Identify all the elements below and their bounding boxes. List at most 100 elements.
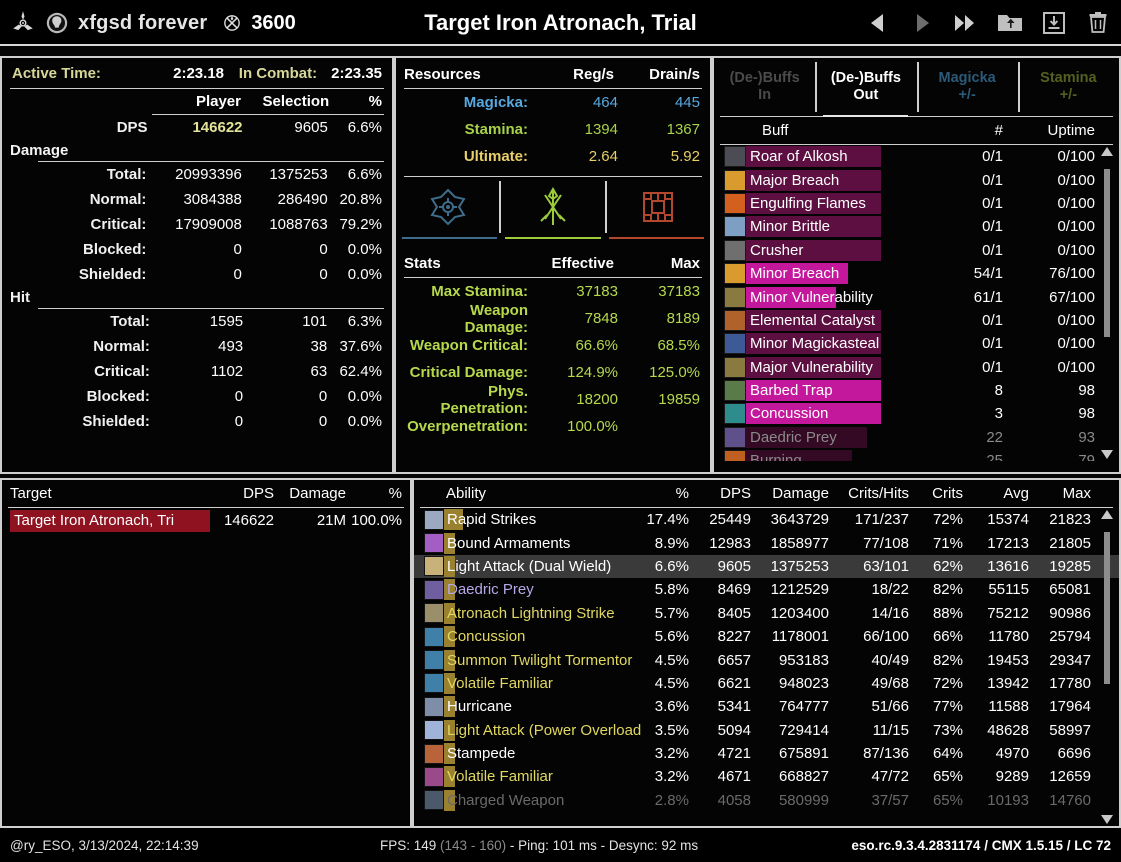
skill-icon-daedric-summoning[interactable]: [396, 179, 499, 235]
resource-row[interactable]: Stamina: 1394 1367: [396, 116, 710, 143]
tab-stamina-[interactable]: Stamina +/-: [1017, 58, 1119, 116]
ping-desync: - Ping: 101 ms - Desync: 92 ms: [509, 837, 699, 853]
table-row[interactable]: Charged Weapon 2.8% 4058 580999 37/57 65% 1019…: [414, 789, 1119, 812]
table-row[interactable]: Atronach Lightning Strike 5.7% 8405 1203400…: [414, 602, 1119, 625]
ability-pct: 3.5%: [654, 721, 689, 739]
ability-crits-hits: 18/22: [871, 581, 909, 599]
row-label: Normal:: [93, 338, 150, 355]
target-dps: 146622: [223, 512, 274, 529]
resource-row[interactable]: Magicka: 464 445: [396, 89, 710, 116]
buff-count: 22: [986, 428, 1003, 446]
buff-row[interactable]: Burning 25 79: [714, 449, 1119, 461]
previous-fight-button[interactable]: [863, 8, 893, 38]
table-row[interactable]: DPS 146622 9605 6.6%: [2, 115, 392, 140]
buff-row[interactable]: Major Vulnerability 0/1 0/100: [714, 356, 1119, 379]
col-blank: [2, 89, 158, 114]
status-performance: FPS: 149 (143 - 160) - Ping: 101 ms - De…: [380, 838, 698, 853]
table-row[interactable]: Rapid Strikes 17.4% 25449 3643729 171/237 72%…: [414, 508, 1119, 531]
buff-list[interactable]: Roar of Alkosh 0/1 0/100 Major Breach 0/1 0/1…: [714, 145, 1119, 461]
stat-max: 125.0%: [649, 364, 700, 381]
play-button[interactable]: [907, 8, 937, 38]
ability-name: Concussion: [447, 628, 526, 646]
table-row[interactable]: Shielded: 0 0 0.0%: [2, 262, 392, 287]
table-row[interactable]: Normal: 3084388 286490 20.8%: [2, 187, 392, 212]
ability-name: Summon Twilight Tormentor: [447, 651, 633, 669]
table-row[interactable]: Volatile Familiar 3.2% 4671 668827 47/72 65% 9…: [414, 765, 1119, 788]
table-row[interactable]: Daedric Prey 5.8% 8469 1212529 18/22 82% 55115…: [414, 578, 1119, 601]
ability-name-cell: Charged Weapon: [444, 789, 633, 811]
ability-icon: [424, 626, 444, 647]
buff-row[interactable]: Minor Brittle 0/1 0/100: [714, 215, 1119, 238]
buff-name: Minor Brittle: [750, 218, 831, 236]
table-row[interactable]: Hurricane 3.6% 5341 764777 51/66 77% 11588 1796…: [414, 695, 1119, 718]
ability-damage: 580999: [778, 791, 829, 809]
stat-row[interactable]: Weapon Critical: 66.6% 68.5%: [396, 332, 710, 359]
ability-avg-header: Avg: [1003, 485, 1029, 502]
buff-icon: [724, 356, 746, 378]
tab-line1: Magicka: [938, 70, 996, 86]
table-row[interactable]: Total: 1595 101 6.3%: [2, 309, 392, 334]
table-row[interactable]: Shielded: 0 0 0.0%: [2, 409, 392, 434]
row-player: 493: [218, 338, 244, 355]
table-row[interactable]: Total: 20993396 1375253 6.6%: [2, 162, 392, 187]
ability-list[interactable]: Rapid Strikes 17.4% 25449 3643729 171/237 72%…: [414, 508, 1119, 826]
eso-logo-icon: [13, 11, 33, 31]
stat-max: 19859: [658, 391, 700, 408]
buff-row[interactable]: Concussion 3 98: [714, 402, 1119, 425]
skill-icon-trap[interactable]: [607, 179, 710, 235]
delete-button[interactable]: [1083, 8, 1113, 38]
buff-name-header: Buff: [762, 122, 789, 139]
tab-line2: +/-: [1059, 87, 1078, 103]
buff-row[interactable]: Engulfing Flames 0/1 0/100: [714, 192, 1119, 215]
table-row[interactable]: Blocked: 0 0 0.0%: [2, 384, 392, 409]
table-row[interactable]: Normal: 493 38 37.6%: [2, 334, 392, 359]
table-row[interactable]: Critical: 17909008 1088763 79.2%: [2, 212, 392, 237]
buff-row[interactable]: Crusher 0/1 0/100: [714, 239, 1119, 262]
in-combat-label: In Combat:: [238, 64, 318, 82]
next-fight-button[interactable]: [951, 8, 981, 38]
target-list[interactable]: Target Iron Atronach, Tri 146622 21M 100.0%: [2, 508, 410, 533]
buff-row[interactable]: Major Breach 0/1 0/100: [714, 168, 1119, 191]
row-selection: 0: [318, 413, 328, 430]
table-row[interactable]: Stampede 3.2% 4721 675891 87/136 64% 4970 6696: [414, 742, 1119, 765]
table-row[interactable]: Critical: 1102 63 62.4%: [2, 359, 392, 384]
buff-row[interactable]: Minor Breach 54/1 76/100: [714, 262, 1119, 285]
buff-row[interactable]: Daedric Prey 22 93: [714, 426, 1119, 449]
buff-name: Minor Magickasteal: [750, 335, 880, 353]
buff-row[interactable]: Minor Magickasteal 0/1 0/100: [714, 332, 1119, 355]
buff-count: 8: [994, 382, 1003, 400]
table-row[interactable]: Light Attack (Dual Wield) 6.6% 9605 1375253…: [414, 554, 1119, 579]
buff-row[interactable]: Elemental Catalyst 0/1 0/100: [714, 309, 1119, 332]
resource-row[interactable]: Ultimate: 2.64 5.92: [396, 143, 710, 170]
time-row: Active Time: 2:23.18 In Combat: 2:23.35: [2, 58, 392, 88]
table-row[interactable]: Target Iron Atronach, Tri 146622 21M 100.0%: [2, 508, 410, 533]
row-label: Total:: [110, 313, 150, 330]
scroll-up-arrow[interactable]: [1101, 510, 1113, 519]
table-row[interactable]: Volatile Familiar 4.5% 6621 948023 49/68 72% 1…: [414, 672, 1119, 695]
buff-count: 0/1: [982, 194, 1003, 212]
tab-magicka-[interactable]: Magicka +/-: [916, 58, 1018, 116]
damage-section-title: Damage: [10, 142, 69, 159]
stat-row[interactable]: Phys. Penetration: 18200 19859: [396, 383, 710, 417]
stat-row[interactable]: Overpenetration: 100.0%: [396, 413, 710, 440]
table-row[interactable]: Blocked: 0 0 0.0%: [2, 237, 392, 262]
table-row[interactable]: Concussion 5.6% 8227 1178001 66/100 66% 11780 2…: [414, 625, 1119, 648]
stat-row[interactable]: Weapon Damage: 7848 8189: [396, 302, 710, 336]
ability-name-cell: Rapid Strikes: [444, 509, 633, 531]
buff-row[interactable]: Minor Vulnerability 61/1 67/100: [714, 285, 1119, 308]
table-row[interactable]: Light Attack (Power Overload 3.5% 5094 7294…: [414, 719, 1119, 742]
skill-icon-dual-wield[interactable]: [501, 179, 604, 235]
buff-row[interactable]: Barbed Trap 8 98: [714, 379, 1119, 402]
buff-row[interactable]: Roar of Alkosh 0/1 0/100: [714, 145, 1119, 168]
ability-icon: [424, 790, 444, 811]
table-row[interactable]: Summon Twilight Tormentor 4.5% 6657 953183 4…: [414, 648, 1119, 671]
tab--de-buffs-in[interactable]: (De-)Buffs In: [714, 58, 815, 116]
buff-uptime: 98: [1078, 405, 1095, 423]
tab--de-buffs-out[interactable]: (De-)Buffs Out: [815, 58, 916, 117]
save-button[interactable]: [1039, 8, 1069, 38]
table-row[interactable]: Bound Armaments 8.9% 12983 1858977 77/108 71%…: [414, 531, 1119, 554]
scroll-thumb[interactable]: [1104, 532, 1110, 684]
scroll-down-arrow[interactable]: [1101, 815, 1113, 824]
upload-button[interactable]: [995, 8, 1025, 38]
ability-scrollbar[interactable]: [1101, 508, 1113, 826]
